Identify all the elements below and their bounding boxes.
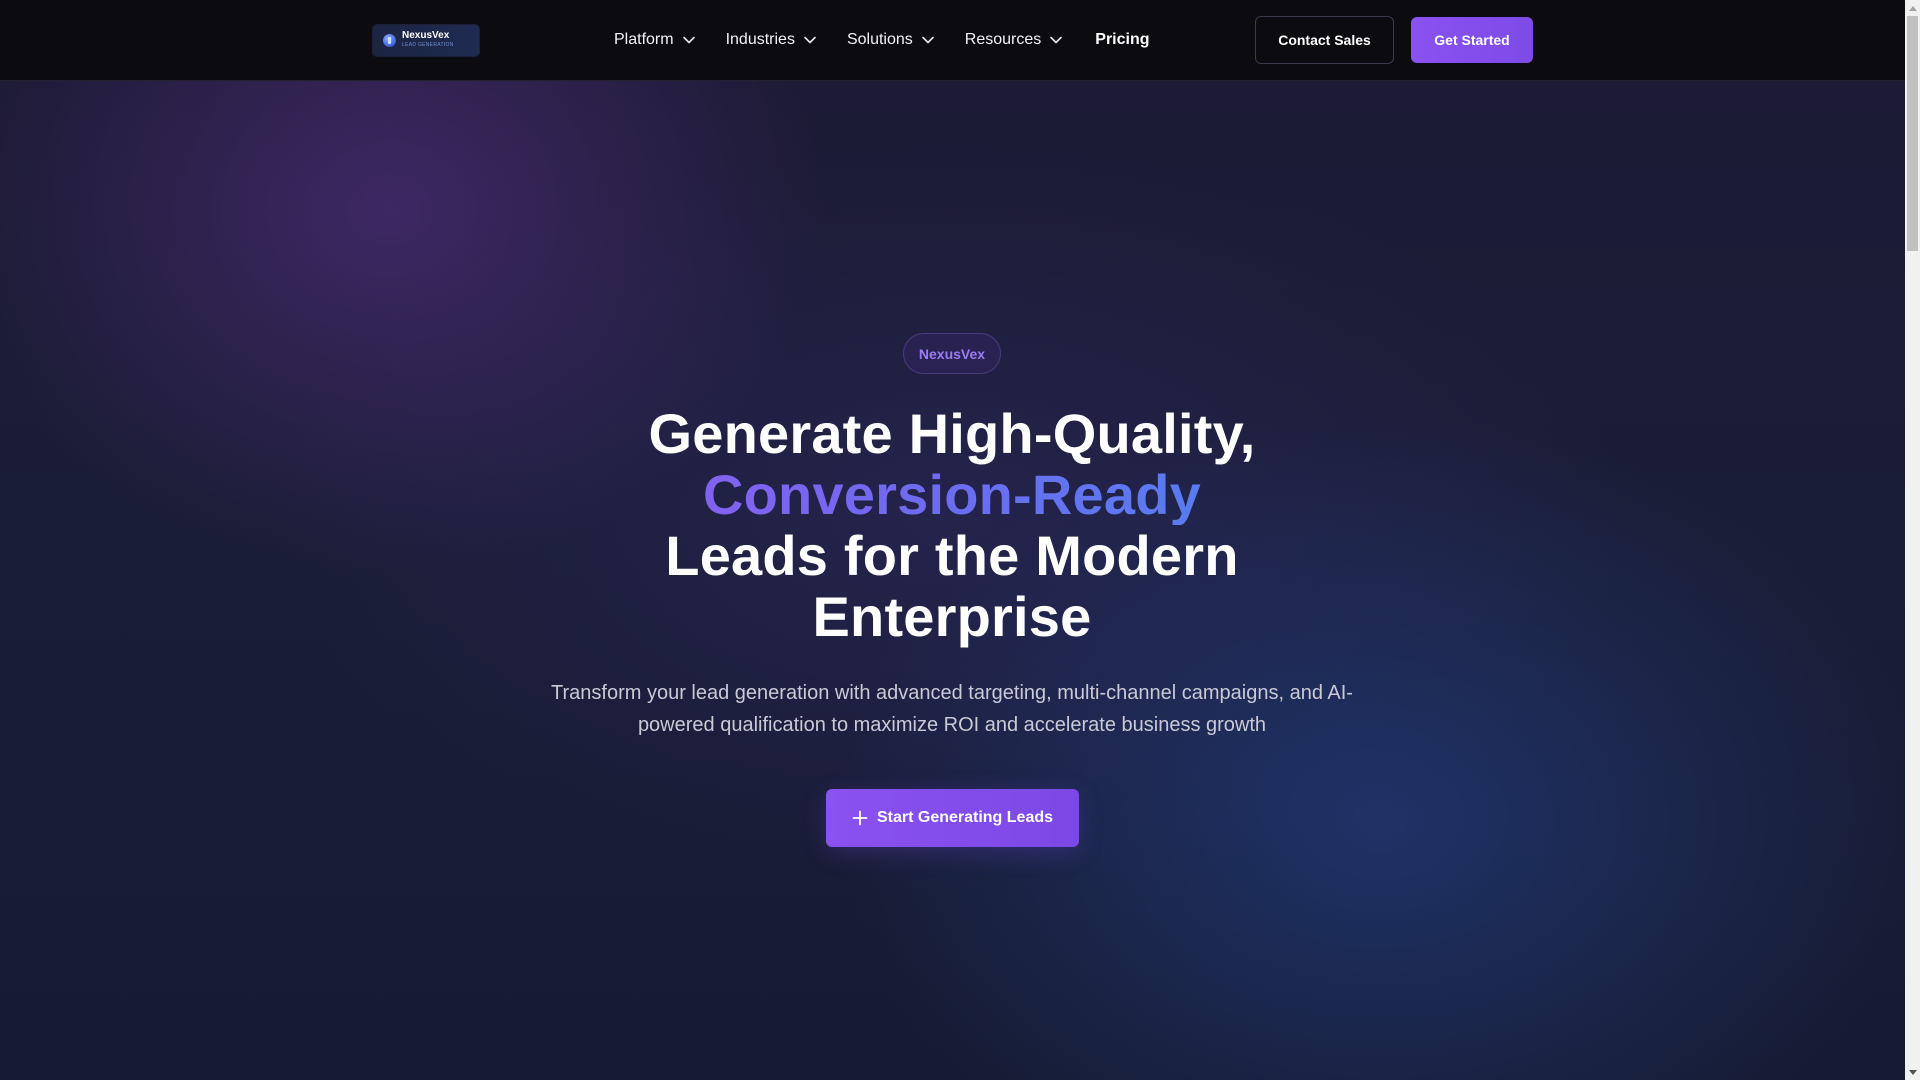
main-nav: Platform Industries Solutions Resources … <box>614 0 1150 80</box>
scroll-down-arrow-icon[interactable] <box>1905 1065 1920 1080</box>
hero-subtitle: Transform your lead generation with adva… <box>551 682 1353 736</box>
chevron-down-icon <box>921 36 934 44</box>
headline-line-3: Leads for the Modern <box>665 524 1239 587</box>
headline-line-4: Enterprise <box>812 585 1092 648</box>
nav-item-label: Resources <box>964 31 1042 48</box>
page: NexusVex LEAD GENERATION Platform Indust… <box>0 0 1905 1080</box>
get-started-button[interactable]: Get Started <box>1411 17 1533 63</box>
contact-sales-button[interactable]: Contact Sales <box>1255 16 1394 64</box>
nav-item-label: Pricing <box>1095 31 1150 48</box>
plus-icon <box>852 810 868 826</box>
nav-item-label: Solutions <box>846 31 913 48</box>
nav-item-resources[interactable]: Resources <box>965 31 1063 49</box>
headline-highlight: Conversion-Ready <box>552 464 1352 525</box>
nav-item-solutions[interactable]: Solutions <box>847 31 935 49</box>
hero-headline: Generate High-Quality, Conversion-Ready … <box>552 403 1352 647</box>
nav-item-label: Platform <box>614 31 674 48</box>
hero-badge: NexusVex <box>903 333 1001 374</box>
brand-name: NexusVex <box>402 30 450 41</box>
headline-line-1: Generate High-Quality, <box>648 402 1256 465</box>
nav-item-platform[interactable]: Platform <box>614 31 696 49</box>
nav-item-pricing[interactable]: Pricing <box>1095 31 1149 49</box>
start-generating-leads-button[interactable]: Start Generating Leads <box>826 789 1079 847</box>
chevron-down-icon <box>682 36 695 44</box>
scrollbar-thumb[interactable] <box>1907 16 1918 251</box>
chevron-down-icon <box>1050 36 1063 44</box>
brand-mark-icon <box>383 34 396 47</box>
nav-item-industries[interactable]: Industries <box>726 31 817 49</box>
chevron-down-icon <box>804 36 816 44</box>
top-navbar: NexusVex LEAD GENERATION Platform Indust… <box>0 0 1905 81</box>
cta-label: Start Generating Leads <box>876 809 1054 826</box>
scroll-up-arrow-icon[interactable] <box>1905 0 1920 15</box>
nav-item-label: Industries <box>725 31 795 48</box>
brand-tagline: LEAD GENERATION <box>402 42 454 48</box>
brand-logo[interactable]: NexusVex LEAD GENERATION <box>373 25 479 56</box>
page-scrollbar[interactable] <box>1905 0 1920 1080</box>
